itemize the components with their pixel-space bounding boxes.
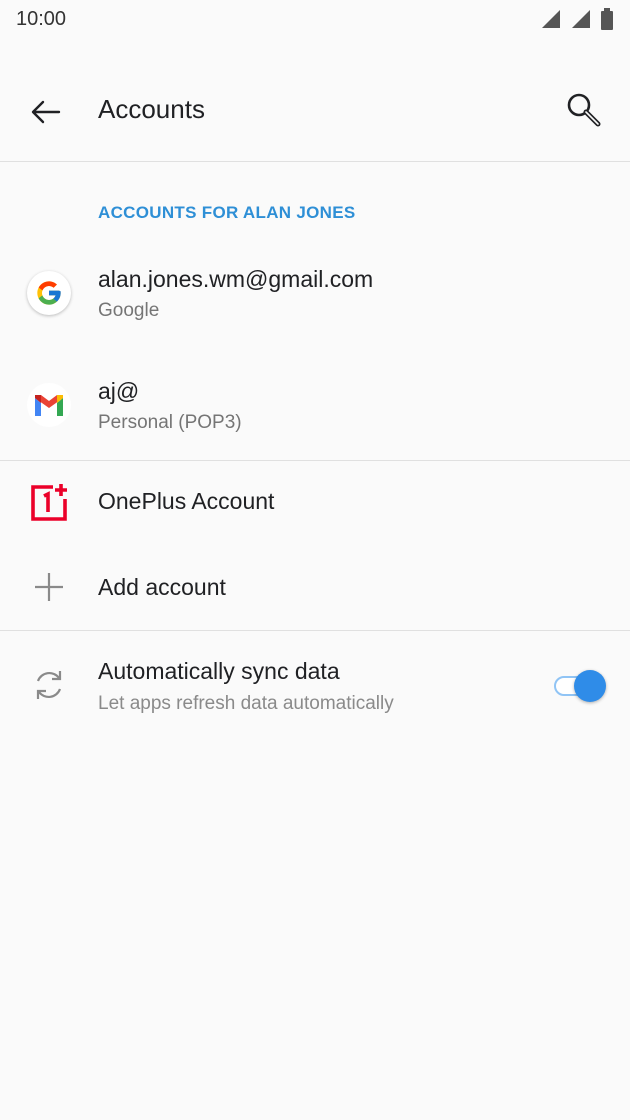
search-icon bbox=[567, 93, 601, 127]
oneplus-icon bbox=[31, 484, 67, 521]
sync-icon bbox=[36, 671, 62, 699]
gmail-icon bbox=[27, 383, 71, 427]
account-type: Personal (POP3) bbox=[98, 412, 242, 433]
add-account-row[interactable]: Add account bbox=[0, 548, 630, 628]
divider bbox=[0, 630, 630, 631]
add-account-label: Add account bbox=[98, 574, 226, 600]
arrow-back-icon bbox=[31, 100, 61, 124]
section-header: ACCOUNTS FOR ALAN JONES bbox=[98, 203, 356, 222]
auto-sync-toggle[interactable] bbox=[554, 670, 606, 702]
status-time: 10:00 bbox=[16, 8, 67, 30]
auto-sync-label: Automatically sync data bbox=[98, 658, 340, 684]
account-row-google[interactable]: alan.jones.wm@gmail.com Google bbox=[0, 250, 630, 340]
account-name: aj@ bbox=[98, 378, 140, 404]
account-email: alan.jones.wm@gmail.com bbox=[98, 266, 374, 292]
battery-icon bbox=[601, 8, 613, 30]
status-icons bbox=[540, 8, 614, 30]
oneplus-account-label: OnePlus Account bbox=[98, 488, 275, 514]
google-icon bbox=[27, 271, 71, 315]
signal-icon bbox=[572, 10, 590, 28]
divider bbox=[0, 161, 630, 162]
status-bar: 10:00 bbox=[0, 0, 630, 40]
plus-icon bbox=[35, 573, 63, 601]
divider bbox=[0, 460, 630, 461]
account-type: Google bbox=[98, 300, 160, 321]
app-bar: Accounts bbox=[0, 60, 630, 160]
oneplus-account-row[interactable]: OnePlus Account bbox=[0, 462, 630, 546]
signal-icon bbox=[542, 10, 560, 28]
auto-sync-description: Let apps refresh data automatically bbox=[98, 693, 394, 714]
toggle-thumb bbox=[574, 670, 606, 702]
account-row-pop3[interactable]: aj@ Personal (POP3) bbox=[0, 362, 630, 452]
search-button[interactable] bbox=[560, 86, 608, 134]
auto-sync-row[interactable]: Automatically sync data Let apps refresh… bbox=[0, 640, 630, 730]
back-button[interactable] bbox=[22, 88, 70, 136]
page-title: Accounts bbox=[98, 94, 205, 124]
